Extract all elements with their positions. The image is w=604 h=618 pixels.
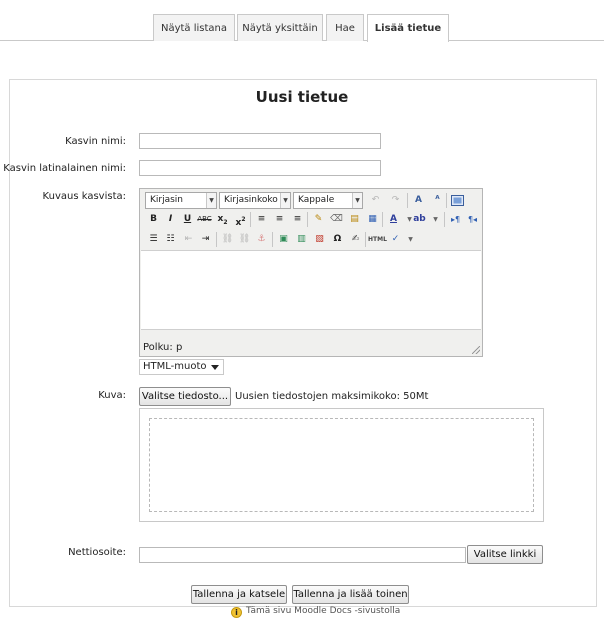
align-center-icon[interactable]: ≡ (271, 211, 288, 228)
format-select-value: HTML-muoto (143, 361, 207, 372)
bold-icon[interactable]: B (145, 211, 162, 228)
font-size-value: Kirjasinkoko (224, 195, 278, 205)
editor-path: Polku: p (143, 342, 183, 353)
font-family-value: Kirjasin (150, 195, 184, 205)
choose-link-button[interactable]: Valitse linkki (467, 545, 543, 564)
undo-icon[interactable]: ↶ (367, 192, 384, 209)
tab-list-view[interactable]: Näytä listana (153, 14, 235, 41)
link-icon[interactable]: ⛓ (219, 231, 236, 248)
format-select[interactable]: HTML-muoto (139, 359, 224, 375)
font-family-select[interactable]: Kirjasin ▼ (145, 192, 217, 209)
paste-text-icon[interactable]: ▤ (346, 211, 363, 228)
tab-add-entry[interactable]: Lisää tietue (367, 14, 449, 42)
replace-icon[interactable]: ᴬ (429, 192, 446, 209)
rtl-icon[interactable]: ¶◂ (464, 211, 481, 228)
info-icon: i (231, 607, 242, 618)
editor-toolbar-row-2: B I U ABC x2 x2 ≡ ≡ ≡ ✎ ⌫ ▤ ▦ A ▼ ab ▼ ▸… (142, 211, 482, 231)
latin-name-input[interactable] (139, 160, 381, 176)
ltr-icon[interactable]: ▸¶ (447, 211, 464, 228)
url-input[interactable] (139, 547, 466, 563)
chevron-down-icon: ▼ (280, 193, 290, 208)
chevron-down-icon: ▼ (206, 193, 216, 208)
superscript-icon[interactable]: x2 (232, 211, 249, 228)
chevron-down-icon[interactable]: ▼ (402, 231, 419, 248)
block-format-select[interactable]: Kappale ▼ (293, 192, 363, 209)
align-right-icon[interactable]: ≡ (289, 211, 306, 228)
special-char-icon[interactable]: Ω (329, 231, 346, 248)
page-title: Uusi tietue (255, 88, 349, 106)
toolbar-separator (382, 212, 383, 227)
anchor-icon[interactable]: ⚓ (253, 231, 270, 248)
save-and-view-button[interactable]: Tallenna ja katsele (191, 585, 287, 604)
plant-name-input[interactable] (139, 133, 381, 149)
editor-toolbar-row-3: ☰ ☷ ⇤ ⇥ ⛓ ⛓ ⚓ ▣ ▥ ▧ Ω ✍ HTML ✓ ▼ (142, 231, 482, 251)
text-color-icon[interactable]: A (385, 211, 402, 228)
media-icon[interactable]: ▥ (293, 231, 310, 248)
save-and-add-another-button[interactable]: Tallenna ja lisää toinen (292, 585, 409, 604)
max-file-size-text: Uusien tiedostojen maksimikoko: 50Mt (235, 391, 429, 402)
fullscreen-icon[interactable] (449, 192, 466, 209)
cleanup-icon[interactable]: ▧ (311, 231, 328, 248)
clean-icon[interactable]: ✎ (310, 211, 327, 228)
description-editor: Kirjasin ▼ Kirjasinkoko ▼ Kappale ▼ ↶ ↷ … (139, 188, 483, 357)
highlight-color-icon[interactable]: ab (411, 211, 428, 228)
indent-icon[interactable]: ⇥ (197, 231, 214, 248)
resize-handle-icon[interactable] (472, 346, 480, 354)
remove-format-icon[interactable]: ⌫ (328, 211, 345, 228)
toolbar-separator (407, 193, 408, 208)
unlink-icon[interactable]: ⛓ (236, 231, 253, 248)
tab-single-view[interactable]: Näytä yksittäin (237, 14, 323, 41)
image-label: Kuva: (98, 390, 126, 401)
editor-content-area[interactable] (141, 250, 481, 330)
toolbar-separator (216, 232, 217, 247)
find-icon[interactable]: A (410, 192, 427, 209)
redo-icon[interactable]: ↷ (387, 192, 404, 209)
font-size-select[interactable]: Kirjasinkoko ▼ (219, 192, 291, 209)
align-left-icon[interactable]: ≡ (253, 211, 270, 228)
tab-bar: Näytä listana Näytä yksittäin Hae Lisää … (0, 14, 604, 42)
chevron-down-icon[interactable]: ▼ (427, 211, 444, 228)
file-drop-zone[interactable] (149, 418, 534, 512)
toolbar-separator (446, 193, 447, 208)
plant-name-label: Kasvin nimi: (65, 136, 126, 147)
description-label: Kuvaus kasvista: (42, 191, 126, 202)
block-format-value: Kappale (298, 195, 335, 205)
outdent-icon[interactable]: ⇤ (180, 231, 197, 248)
edit-icon[interactable]: ✍ (347, 231, 364, 248)
html-icon[interactable]: HTML (368, 231, 387, 248)
underline-icon[interactable]: U (179, 211, 196, 228)
toolbar-separator (250, 212, 251, 227)
bullet-list-icon[interactable]: ☰ (145, 231, 162, 248)
file-picker-area (139, 408, 544, 522)
chevron-down-icon: ▼ (352, 193, 362, 208)
toolbar-separator (444, 212, 445, 227)
editor-toolbar-row-1: Kirjasin ▼ Kirjasinkoko ▼ Kappale ▼ ↶ ↷ … (142, 191, 482, 211)
toolbar-separator (365, 232, 366, 247)
toolbar-separator (307, 212, 308, 227)
subscript-icon[interactable]: x2 (214, 211, 231, 228)
image-icon[interactable]: ▣ (275, 231, 292, 248)
chevron-down-icon (211, 365, 219, 370)
strikethrough-icon[interactable]: ABC (196, 211, 213, 228)
paste-word-icon[interactable]: ▦ (364, 211, 381, 228)
moodle-docs-link[interactable]: i Tämä sivu Moodle Docs -sivustolla (231, 606, 400, 618)
latin-name-label: Kasvin latinalainen nimi: (3, 163, 126, 174)
choose-file-button[interactable]: Valitse tiedosto... (139, 387, 231, 406)
tab-search[interactable]: Hae (326, 14, 364, 41)
url-label: Nettiosoite: (68, 547, 126, 558)
toolbar-separator (272, 232, 273, 247)
numbered-list-icon[interactable]: ☷ (162, 231, 179, 248)
moodle-docs-link-text[interactable]: Tämä sivu Moodle Docs -sivustolla (246, 606, 400, 616)
italic-icon[interactable]: I (162, 211, 179, 228)
